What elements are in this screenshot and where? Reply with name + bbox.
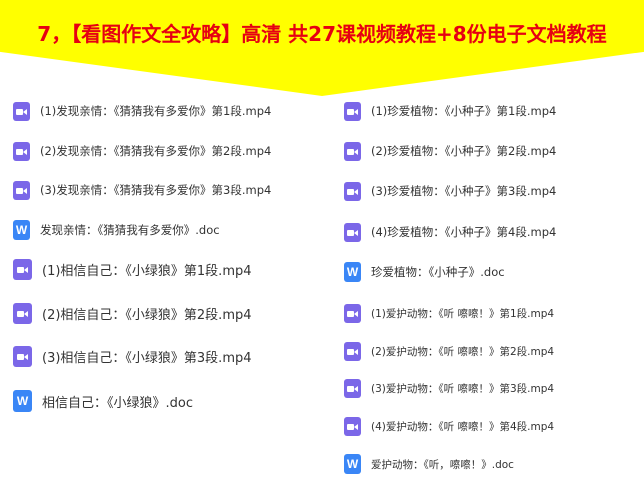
file-name: (2)爱护动物：《听 嚓嚓！》第2段.mp4 xyxy=(371,345,555,358)
file-name: (4)爱护动物：《听 嚓嚓！》第4段.mp4 xyxy=(371,420,555,433)
file-name: 相信自己：《小绿狼》.doc xyxy=(42,395,193,411)
file-item[interactable]: W 珍爱植物：《小种子》.doc xyxy=(344,260,505,284)
video-icon xyxy=(13,101,30,121)
file-name: (1)珍爱植物：《小种子》第1段.mp4 xyxy=(371,104,557,118)
file-item[interactable]: W 爱护动物：《听，嚓嚓！》.doc xyxy=(344,452,514,476)
video-icon xyxy=(13,302,32,324)
file-item[interactable]: (3)发现亲情：《猜猜我有多爱你》第3段.mp4 xyxy=(13,178,271,202)
file-item[interactable]: (4)爱护动物：《听 嚓嚓！》第4段.mp4 xyxy=(344,414,554,438)
video-icon xyxy=(344,378,361,398)
file-name: (1)爱护动物：《听 嚓嚓！》第1段.mp4 xyxy=(371,307,555,320)
file-item[interactable]: (1)发现亲情：《猜猜我有多爱你》第1段.mp4 xyxy=(13,99,271,123)
file-item[interactable]: (2)发现亲情：《猜猜我有多爱你》第2段.mp4 xyxy=(13,139,271,163)
video-icon xyxy=(344,141,361,161)
video-icon xyxy=(344,181,361,201)
video-icon xyxy=(344,416,361,436)
file-name: (1)发现亲情：《猜猜我有多爱你》第1段.mp4 xyxy=(40,104,272,118)
file-name: (3)爱护动物：《听 嚓嚓！》第3段.mp4 xyxy=(371,382,555,395)
file-name: (2)相信自己：《小绿狼》第2段.mp4 xyxy=(42,307,252,323)
file-item[interactable]: W 发现亲情：《猜猜我有多爱你》.doc xyxy=(13,218,220,242)
file-item[interactable]: (1)珍爱植物：《小种子》第1段.mp4 xyxy=(344,99,556,123)
file-name: (2)发现亲情：《猜猜我有多爱你》第2段.mp4 xyxy=(40,144,272,158)
word-doc-icon: W xyxy=(344,262,361,282)
video-icon xyxy=(13,345,32,367)
file-name: (1)相信自己：《小绿狼》第1段.mp4 xyxy=(42,263,252,279)
word-doc-icon: W xyxy=(344,454,361,474)
file-name: (4)珍爱植物：《小种子》第4段.mp4 xyxy=(371,225,557,239)
file-name: 爱护动物：《听，嚓嚓！》.doc xyxy=(371,458,514,471)
video-icon xyxy=(344,222,361,242)
video-icon xyxy=(13,180,30,200)
title-banner xyxy=(0,0,644,96)
file-name: (3)相信自己：《小绿狼》第3段.mp4 xyxy=(42,350,252,366)
page-title: 7，【看图作文全攻略】高清 共27课视频教程+8份电子文档教程 xyxy=(37,22,607,46)
file-item[interactable]: (1)相信自己：《小绿狼》第1段.mp4 xyxy=(13,257,252,281)
video-icon xyxy=(13,141,30,161)
word-doc-icon: W xyxy=(13,220,30,240)
file-item[interactable]: W 相信自己：《小绿狼》.doc xyxy=(13,389,193,413)
file-name: 发现亲情：《猜猜我有多爱你》.doc xyxy=(40,223,220,237)
file-item[interactable]: (2)珍爱植物：《小种子》第2段.mp4 xyxy=(344,139,556,163)
file-item[interactable]: (3)爱护动物：《听 嚓嚓！》第3段.mp4 xyxy=(344,376,554,400)
file-item[interactable]: (4)珍爱植物：《小种子》第4段.mp4 xyxy=(344,220,556,244)
file-item[interactable]: (3)珍爱植物：《小种子》第3段.mp4 xyxy=(344,179,556,203)
file-item[interactable]: (1)爱护动物：《听 嚓嚓！》第1段.mp4 xyxy=(344,301,554,325)
file-item[interactable]: (3)相信自己：《小绿狼》第3段.mp4 xyxy=(13,344,252,368)
video-icon xyxy=(344,303,361,323)
video-icon xyxy=(344,341,361,361)
file-name: 珍爱植物：《小种子》.doc xyxy=(371,265,505,279)
file-name: (3)发现亲情：《猜猜我有多爱你》第3段.mp4 xyxy=(40,183,272,197)
video-icon xyxy=(13,258,32,280)
video-icon xyxy=(344,101,361,121)
file-item[interactable]: (2)相信自己：《小绿狼》第2段.mp4 xyxy=(13,301,252,325)
file-name: (3)珍爱植物：《小种子》第3段.mp4 xyxy=(371,184,557,198)
file-item[interactable]: (2)爱护动物：《听 嚓嚓！》第2段.mp4 xyxy=(344,339,554,363)
word-doc-icon: W xyxy=(13,390,32,412)
file-name: (2)珍爱植物：《小种子》第2段.mp4 xyxy=(371,144,557,158)
